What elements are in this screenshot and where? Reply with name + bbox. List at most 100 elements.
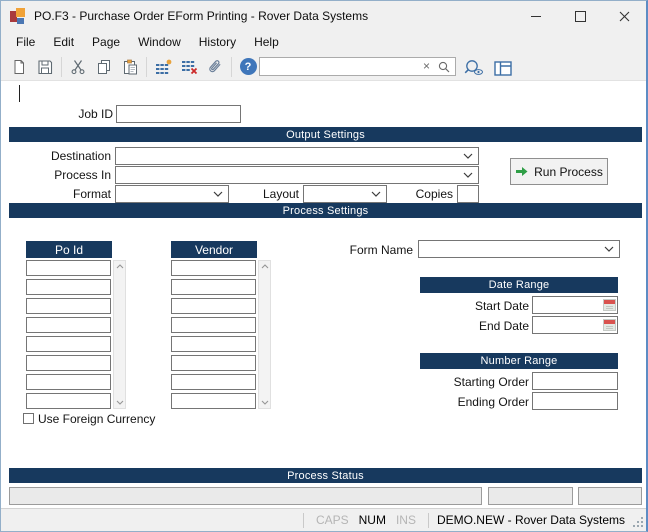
copies-label: Copies (393, 186, 453, 203)
maximize-button[interactable] (558, 1, 602, 31)
delete-rows-icon (181, 59, 198, 75)
process-status-field-2 (578, 487, 642, 505)
po-id-input[interactable] (26, 374, 111, 390)
menu-bar: File Edit Page Window History Help (1, 31, 646, 53)
po-id-input[interactable] (26, 393, 111, 409)
vendor-input[interactable] (171, 260, 256, 276)
menu-help[interactable]: Help (245, 32, 288, 52)
layout-icon (494, 61, 512, 76)
vendor-input[interactable] (171, 279, 256, 295)
po-id-input[interactable] (26, 279, 111, 295)
run-process-label: Run Process (534, 165, 603, 179)
toolbar-search: × (259, 57, 456, 76)
cut-button[interactable] (66, 55, 90, 79)
po-id-input[interactable] (26, 336, 111, 352)
layout-select[interactable] (303, 185, 387, 203)
vendor-input[interactable] (171, 374, 256, 390)
calendar-icon-top (604, 320, 615, 324)
logo-orange-square (16, 8, 25, 17)
paste-button[interactable] (118, 55, 142, 79)
copy-button[interactable] (92, 55, 116, 79)
vendor-column-header: Vendor (171, 241, 257, 258)
po-id-list (26, 260, 111, 409)
calendar-icon-top (604, 300, 615, 304)
insert-rows-button[interactable] (151, 55, 175, 79)
vendor-input[interactable] (171, 298, 256, 314)
layout-view-button[interactable] (491, 57, 515, 79)
cut-icon (70, 59, 86, 75)
new-document-button[interactable] (7, 55, 31, 79)
job-id-input[interactable] (116, 105, 241, 123)
ending-order-input[interactable] (532, 392, 618, 410)
end-date-field (532, 316, 618, 334)
scroll-up-icon (116, 264, 124, 269)
format-select[interactable] (115, 185, 229, 203)
help-button[interactable]: ? (236, 55, 260, 79)
lookup-button[interactable] (462, 57, 486, 79)
po-id-input[interactable] (26, 298, 111, 314)
help-icon: ? (240, 58, 257, 75)
calendar-icon[interactable] (603, 319, 616, 331)
use-foreign-currency-label: Use Foreign Currency (38, 411, 155, 428)
delete-rows-button[interactable] (177, 55, 201, 79)
vendor-input[interactable] (171, 393, 256, 409)
chevron-down-icon (213, 191, 223, 197)
po-id-input[interactable] (26, 355, 111, 371)
end-date-input[interactable] (533, 318, 603, 332)
menu-window[interactable]: Window (129, 32, 190, 52)
menu-history[interactable]: History (190, 32, 245, 52)
vendor-input[interactable] (171, 317, 256, 333)
po-id-input[interactable] (26, 260, 111, 276)
destination-select[interactable] (115, 147, 479, 165)
vendor-list (171, 260, 256, 409)
form-name-select[interactable] (418, 240, 620, 258)
close-icon (619, 11, 630, 22)
po-id-scrollbar[interactable] (113, 260, 126, 409)
vendor-scrollbar[interactable] (258, 260, 271, 409)
ending-order-label: Ending Order (409, 394, 529, 411)
attach-button[interactable] (203, 55, 227, 79)
calendar-icon-line (606, 308, 613, 309)
scroll-up-icon (261, 264, 269, 269)
calendar-icon[interactable] (603, 299, 616, 311)
start-date-input[interactable] (533, 298, 603, 312)
menu-page[interactable]: Page (83, 32, 129, 52)
chevron-down-icon (604, 246, 614, 252)
chevron-down-icon (463, 172, 473, 178)
process-status-header: Process Status (9, 468, 642, 483)
po-id-input[interactable] (26, 317, 111, 333)
minimize-button[interactable] (514, 1, 558, 31)
close-button[interactable] (602, 1, 646, 31)
menu-edit[interactable]: Edit (44, 32, 83, 52)
save-icon (37, 59, 53, 75)
start-date-label: Start Date (429, 298, 529, 315)
process-settings-header: Process Settings (9, 203, 642, 218)
paperclip-icon (207, 59, 223, 75)
starting-order-input[interactable] (532, 372, 618, 390)
statusbar-separator (428, 513, 429, 528)
ins-indicator: INS (396, 513, 416, 527)
search-input[interactable] (260, 60, 419, 74)
menu-file[interactable]: File (7, 32, 44, 52)
caps-indicator: CAPS (316, 513, 349, 527)
run-process-button[interactable]: Run Process (510, 158, 608, 185)
starting-order-label: Starting Order (409, 374, 529, 391)
resize-grip[interactable] (633, 517, 644, 528)
process-in-select[interactable] (115, 166, 479, 184)
search-clear-icon[interactable]: × (419, 58, 434, 75)
vendor-input[interactable] (171, 355, 256, 371)
destination-label: Destination (21, 148, 111, 165)
app-window: PO.F3 - Purchase Order EForm Printing - … (0, 0, 648, 532)
run-arrow-icon (515, 166, 528, 177)
po-id-column-header: Po Id (26, 241, 112, 258)
use-foreign-currency-checkbox[interactable] (23, 413, 34, 424)
minimize-icon (531, 16, 541, 17)
vendor-input[interactable] (171, 336, 256, 352)
app-logo-icon (10, 8, 26, 24)
process-status-bar (9, 487, 482, 505)
toolbar-separator (146, 57, 147, 77)
copy-icon (96, 59, 112, 75)
copies-input[interactable] (457, 185, 479, 203)
save-button[interactable] (33, 55, 57, 79)
search-icon[interactable] (434, 61, 455, 73)
